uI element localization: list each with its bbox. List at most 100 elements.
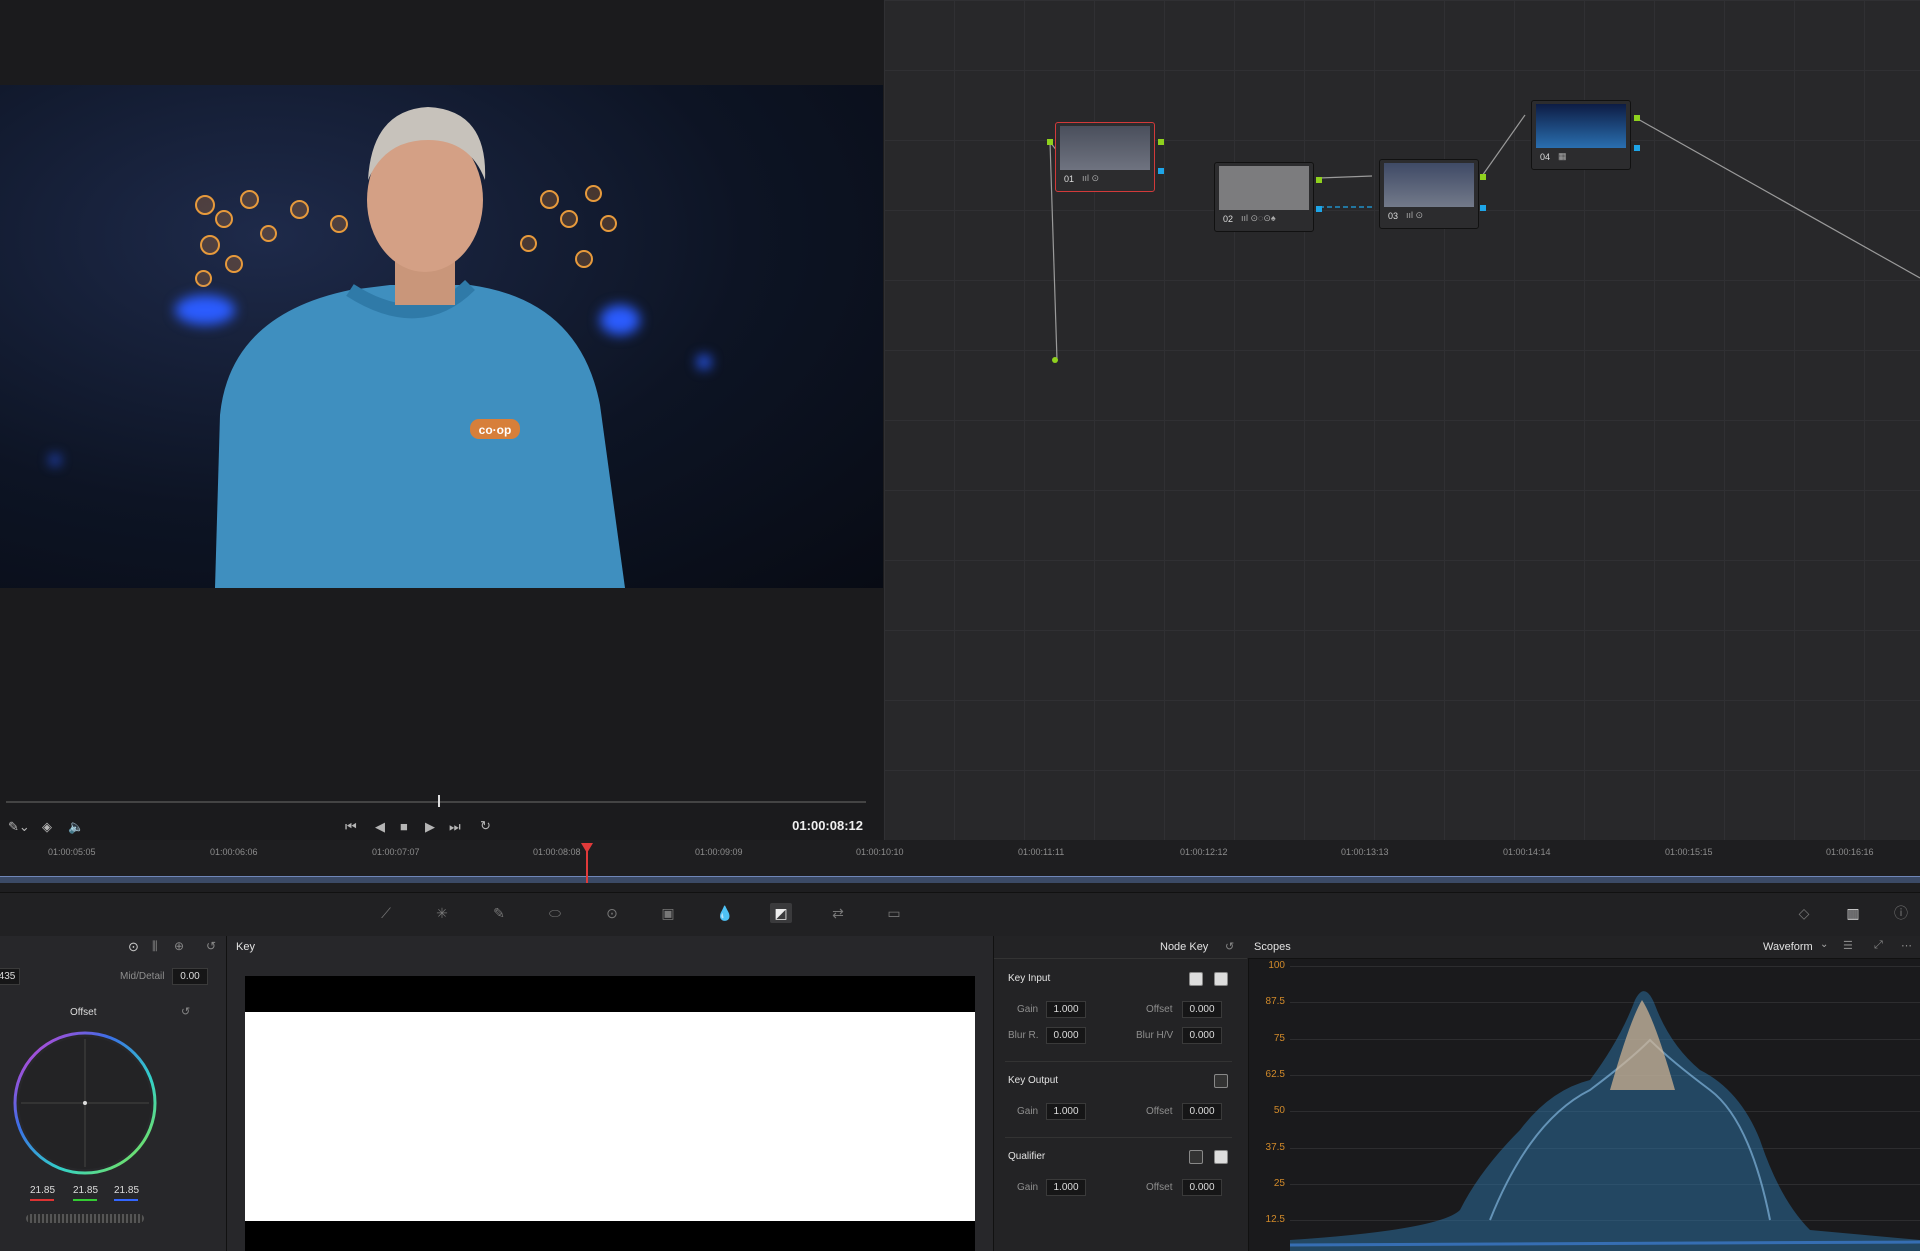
blur-radius-field[interactable]: 0.000 — [1046, 1027, 1086, 1044]
playhead-marker[interactable] — [581, 843, 593, 853]
node-04-output-port[interactable] — [1634, 115, 1640, 121]
layers-icon[interactable]: ◈ — [42, 819, 52, 835]
timeline-tick: 01:00:06:06 — [210, 847, 258, 857]
qualifier-mask-toggle[interactable] — [1214, 1150, 1228, 1164]
node-02-key-port[interactable] — [1316, 206, 1322, 212]
timeline-track[interactable] — [0, 876, 1920, 883]
bars-mode-icon[interactable]: ⫼ — [152, 939, 158, 954]
key-input-offset-field[interactable]: 0.000 — [1182, 1001, 1222, 1018]
node-01-input-port[interactable] — [1047, 139, 1053, 145]
key-output-gain-field[interactable]: 1.000 — [1046, 1103, 1086, 1120]
blur-icon[interactable]: 💧 — [714, 903, 736, 923]
red-indicator — [30, 1199, 54, 1201]
timeline-tick: 01:00:11:11 — [1018, 847, 1065, 857]
curves-icon[interactable]: ⟋ — [375, 903, 397, 923]
node-03-key-port[interactable] — [1480, 205, 1486, 211]
chevron-down-icon[interactable]: ⌄ — [1820, 939, 1828, 950]
qualifier-gain-field[interactable]: 1.000 — [1046, 1179, 1086, 1196]
key-icon[interactable]: ◩ — [770, 903, 792, 923]
window-icon[interactable]: ⬭ — [544, 903, 566, 923]
viewer-scrub-bar[interactable] — [6, 801, 866, 803]
step-back-icon[interactable]: ◀ — [375, 819, 385, 835]
timeline-tick: 01:00:14:14 — [1503, 847, 1551, 857]
key-input-gain-field[interactable]: 1.000 — [1046, 1001, 1086, 1018]
offset-blue-value[interactable]: 21.85 — [114, 1185, 139, 1196]
scope-mode-dropdown[interactable]: Waveform — [1763, 941, 1813, 953]
timeline-tick: 01:00:09:09 — [695, 847, 743, 857]
log-mode-icon[interactable]: ⊕ — [174, 939, 184, 953]
offset-color-wheel[interactable] — [11, 1029, 159, 1177]
offset-red-value[interactable]: 21.85 — [30, 1185, 55, 1196]
tracker-icon[interactable]: ⊙ — [601, 903, 623, 923]
key-input-mask-toggle[interactable] — [1214, 972, 1228, 986]
mid-detail-label: Mid/Detail — [120, 971, 165, 982]
skip-end-icon[interactable]: ⏭ — [449, 819, 461, 835]
key-panel-title: Key — [236, 941, 255, 953]
picker-icon[interactable]: ✎⌄ — [8, 819, 30, 835]
mid-detail-field[interactable]: 0.00 — [172, 968, 208, 985]
node-01-output-port[interactable] — [1158, 139, 1164, 145]
node-01-key-port[interactable] — [1158, 168, 1164, 174]
key-matte — [245, 1012, 975, 1221]
mini-timeline[interactable] — [0, 840, 1920, 892]
scope-y-label: 50 — [1273, 1105, 1285, 1116]
reset-all-icon[interactable]: ↺ — [206, 939, 216, 953]
scopes-toggle-icon[interactable]: ▥ — [1842, 903, 1864, 923]
key-output-invert-toggle[interactable] — [1214, 1074, 1228, 1088]
key-input-gain-label: Gain — [1017, 1004, 1039, 1015]
lightbox-icon[interactable]: ◇ — [1793, 903, 1815, 923]
key-input-offset-label: Offset — [1146, 1004, 1173, 1015]
offset-green-value[interactable]: 21.85 — [73, 1185, 98, 1196]
subject-figure: co·op — [215, 107, 625, 588]
partial-value-field[interactable]: 435 — [0, 968, 20, 985]
reset-offset-icon[interactable]: ↺ — [181, 1005, 190, 1018]
node-01-icons: ııl ⊙ — [1082, 173, 1100, 183]
qualifier-invert-toggle[interactable] — [1189, 1150, 1203, 1164]
scope-y-label: 12.5 — [1265, 1214, 1285, 1225]
node-03[interactable]: 03 ııl ⊙ — [1379, 159, 1479, 229]
viewer-scrub-handle[interactable] — [438, 795, 440, 807]
scope-y-label: 25 — [1273, 1178, 1285, 1189]
node-01[interactable]: 01 ııl ⊙ — [1055, 122, 1155, 192]
timeline-tick: 01:00:12:12 — [1180, 847, 1228, 857]
key-output-gain-label: Gain — [1017, 1106, 1039, 1117]
more-options-icon[interactable]: ⋯ — [1901, 939, 1912, 952]
magic-mask-icon[interactable]: ▣ — [657, 903, 679, 923]
node-04-key-port[interactable] — [1634, 145, 1640, 151]
speaker-icon[interactable]: 🔈 — [68, 819, 84, 835]
blue-indicator — [114, 1199, 138, 1201]
key-output-offset-field[interactable]: 0.000 — [1182, 1103, 1222, 1120]
node-02[interactable]: 02 ııl ⊙◌⊙♠ — [1214, 162, 1314, 232]
timeline-tick: 01:00:13:13 — [1341, 847, 1389, 857]
3d-icon[interactable]: ▭ — [883, 903, 905, 923]
master-wheel-slider[interactable] — [26, 1214, 144, 1223]
timeline-tick: 01:00:15:15 — [1665, 847, 1713, 857]
key-input-invert-toggle[interactable] — [1189, 972, 1203, 986]
qualifier-offset-field[interactable]: 0.000 — [1182, 1179, 1222, 1196]
skip-start-icon[interactable]: ⏮ — [345, 819, 357, 835]
node-04[interactable]: 04 ▦ — [1531, 100, 1631, 170]
scope-settings-icon[interactable]: ☰ — [1843, 939, 1853, 952]
color-warper-icon[interactable]: ✳ — [431, 903, 453, 923]
video-frame[interactable]: co·op — [0, 85, 883, 588]
palette-toolbar — [0, 892, 1920, 938]
node-02-output-port[interactable] — [1316, 177, 1322, 183]
source-input-port[interactable] — [1052, 357, 1058, 363]
green-indicator — [73, 1199, 97, 1201]
blur-hv-field[interactable]: 0.000 — [1182, 1027, 1222, 1044]
svg-text:co·op: co·op — [479, 423, 512, 437]
stop-icon[interactable]: ■ — [400, 819, 408, 835]
reset-node-key-icon[interactable]: ↺ — [1225, 940, 1234, 953]
node-03-icons: ııl ⊙ — [1406, 210, 1424, 220]
qualifier-gain-label: Gain — [1017, 1182, 1039, 1193]
sizing-icon[interactable]: ⇄ — [827, 903, 849, 923]
qualifier-icon[interactable]: ✎ — [488, 903, 510, 923]
info-icon[interactable]: ⓘ — [1890, 903, 1912, 923]
expand-icon[interactable]: ⤢ — [1874, 939, 1883, 952]
node-04-icons: ▦ — [1558, 151, 1567, 161]
loop-icon[interactable]: ↻ — [480, 818, 491, 834]
play-icon[interactable]: ▶ — [425, 819, 435, 835]
wheels-mode-icon[interactable]: ⊙ — [128, 939, 139, 955]
node-03-output-port[interactable] — [1480, 174, 1486, 180]
key-input-title: Key Input — [1008, 973, 1051, 984]
